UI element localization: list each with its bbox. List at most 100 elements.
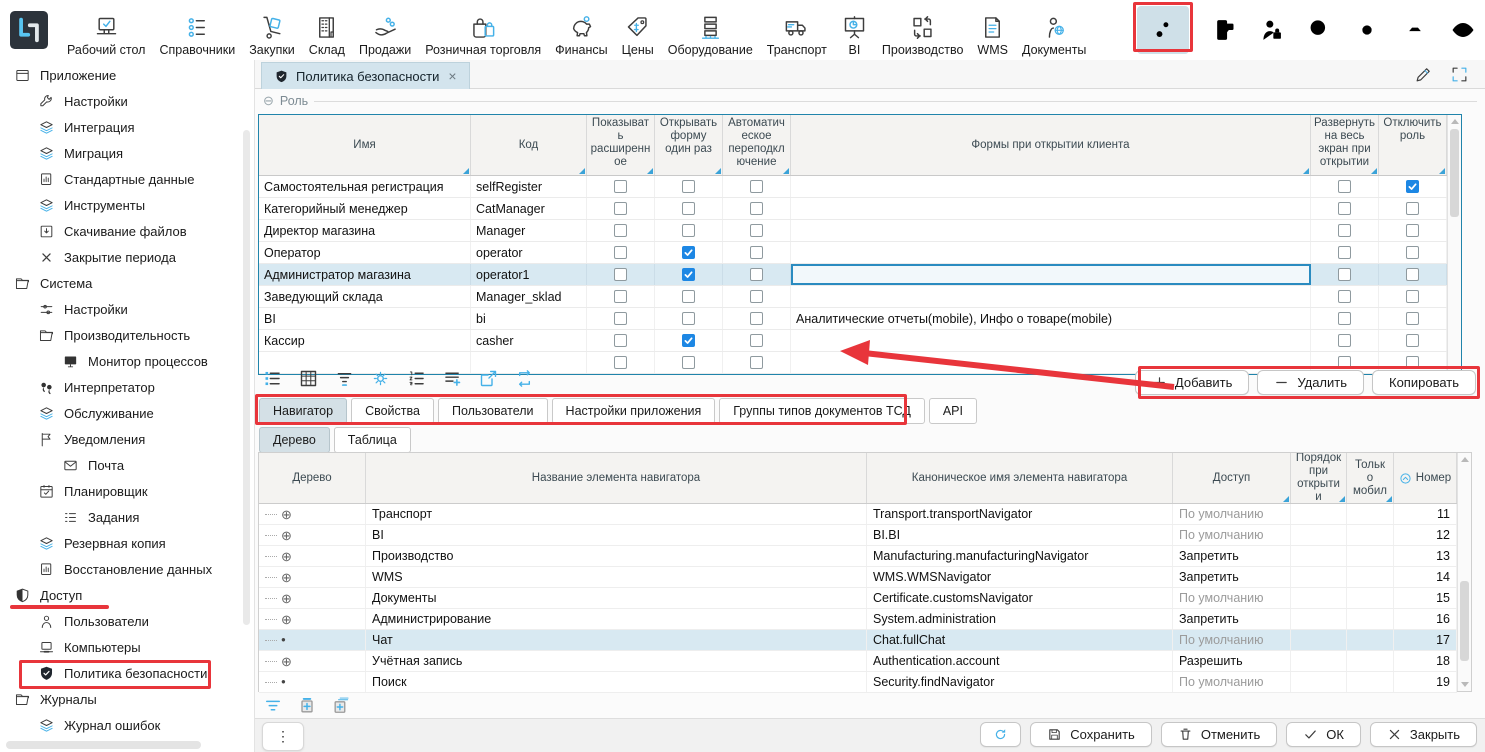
refresh-button[interactable] — [980, 722, 1021, 747]
column-header[interactable]: Дерево — [259, 453, 366, 503]
checkbox[interactable] — [1338, 224, 1351, 237]
sidebar-item[interactable]: Интерпретатор — [0, 374, 254, 400]
role-forms-cell[interactable] — [791, 242, 1311, 263]
role-row[interactable]: Самостоятельная регистрацияselfRegister — [259, 176, 1447, 198]
expand-node-icon[interactable]: ⊕ — [281, 550, 292, 563]
view-tab[interactable]: Дерево — [259, 427, 330, 453]
navigator-name-cell[interactable]: Производство — [366, 546, 867, 566]
access-cell[interactable]: По умолчанию — [1173, 672, 1291, 692]
role-name-cell[interactable]: Кассир — [259, 330, 471, 351]
navigator-row[interactable]: ⊕BIBI.BIПо умолчанию12 — [259, 525, 1457, 546]
role-checkbox-cell[interactable] — [655, 286, 723, 307]
checkbox[interactable] — [750, 246, 763, 259]
role-row[interactable]: Кассирcasher — [259, 330, 1447, 352]
sidebar-item[interactable]: Миграция — [0, 140, 254, 166]
close-button[interactable]: Закрыть — [1370, 722, 1477, 747]
navigator-table-scrollbar[interactable] — [1457, 453, 1471, 691]
sidebar-item[interactable]: Задания — [0, 504, 254, 530]
column-header[interactable]: Открывать форму один раз — [655, 115, 723, 175]
navigator-name-cell[interactable]: Администрирование — [366, 609, 867, 629]
role-row[interactable]: BIbiАналитические отчеты(mobile), Инфо о… — [259, 308, 1447, 330]
toolbar-item-bi[interactable]: BI — [834, 3, 875, 57]
view-tab[interactable]: Таблица — [334, 427, 411, 453]
expand-node-icon[interactable]: ⊕ — [281, 655, 292, 668]
sidebar-item[interactable]: Монитор процессов — [0, 348, 254, 374]
canonical-name-cell[interactable]: WMS.WMSNavigator — [867, 567, 1173, 587]
sidebar-item[interactable]: Почта — [0, 452, 254, 478]
column-header[interactable]: Каноническое имя элемента навигатора — [867, 453, 1173, 503]
detail-tab[interactable]: Пользователи — [438, 398, 548, 424]
role-name-cell[interactable]: Директор магазина — [259, 220, 471, 241]
column-header[interactable]: Отключить роль — [1379, 115, 1447, 175]
reload-icon[interactable] — [514, 368, 535, 389]
tree-cell[interactable]: ⊕ — [259, 546, 366, 566]
number-cell[interactable]: 16 — [1394, 609, 1457, 629]
number-cell[interactable]: 19 — [1394, 672, 1457, 692]
role-checkbox-cell[interactable] — [723, 330, 791, 351]
sidebar-item[interactable]: Стандартные данные — [0, 166, 254, 192]
checkbox[interactable] — [1406, 224, 1419, 237]
role-checkbox-cell[interactable] — [655, 198, 723, 219]
number-cell[interactable]: 14 — [1394, 567, 1457, 587]
order-cell[interactable] — [1291, 630, 1347, 650]
mobile-only-cell[interactable] — [1347, 609, 1394, 629]
role-forms-cell[interactable] — [791, 176, 1311, 197]
role-forms-cell[interactable] — [791, 264, 1311, 285]
order-cell[interactable] — [1291, 504, 1347, 524]
toolbar-item-directories[interactable]: Справочники — [152, 3, 242, 57]
ok-button[interactable]: ОК — [1286, 722, 1361, 747]
role-checkbox-cell[interactable] — [1311, 330, 1379, 351]
toolbar-item-sales[interactable]: Продажи — [352, 3, 418, 57]
cancel-button[interactable]: Отменить — [1161, 722, 1277, 747]
canonical-name-cell[interactable]: Authentication.account — [867, 651, 1173, 671]
tree-cell[interactable]: ⊕ — [259, 504, 366, 524]
number-cell[interactable]: 15 — [1394, 588, 1457, 608]
checkbox[interactable] — [682, 246, 695, 259]
tree-cell[interactable]: ⊕ — [259, 525, 366, 545]
checkbox[interactable] — [1338, 290, 1351, 303]
canonical-name-cell[interactable]: Manufacturing.manufacturingNavigator — [867, 546, 1173, 566]
role-row[interactable]: Категорийный менеджерCatManager — [259, 198, 1447, 220]
access-cell[interactable]: Запретить — [1173, 567, 1291, 587]
delete-button[interactable]: Удалить — [1257, 370, 1364, 395]
navigator-name-cell[interactable]: Чат — [366, 630, 867, 650]
sidebar-item[interactable]: Инструменты — [0, 192, 254, 218]
role-checkbox-cell[interactable] — [1311, 308, 1379, 329]
role-code-cell[interactable]: casher — [471, 330, 587, 351]
checkbox[interactable] — [682, 180, 695, 193]
role-checkbox-cell[interactable] — [587, 242, 655, 263]
sidebar-item[interactable]: Настройки — [0, 88, 254, 114]
role-row[interactable]: Администратор магазинаoperator1 — [259, 264, 1447, 286]
access-cell[interactable]: Запретить — [1173, 609, 1291, 629]
role-checkbox-cell[interactable] — [1379, 220, 1447, 241]
role-name-cell[interactable]: Оператор — [259, 242, 471, 263]
role-checkbox-cell[interactable] — [723, 286, 791, 307]
checkbox[interactable] — [614, 312, 627, 325]
sidebar-item[interactable]: Журнал ошибок — [0, 712, 254, 738]
navigator-name-cell[interactable]: Учётная запись — [366, 651, 867, 671]
role-forms-cell[interactable] — [791, 286, 1311, 307]
eye-icon[interactable] — [1449, 16, 1477, 44]
canonical-name-cell[interactable]: Chat.fullChat — [867, 630, 1173, 650]
checkbox[interactable] — [1406, 202, 1419, 215]
role-checkbox-cell[interactable] — [1379, 330, 1447, 351]
leaf-node-icon[interactable]: ● — [281, 678, 286, 686]
navigator-name-cell[interactable]: Поиск — [366, 672, 867, 692]
detail-tab[interactable]: Настройки приложения — [552, 398, 716, 424]
detail-tab[interactable]: Группы типов документов ТСД — [719, 398, 925, 424]
mobile-only-cell[interactable] — [1347, 504, 1394, 524]
checkbox[interactable] — [750, 224, 763, 237]
role-checkbox-cell[interactable] — [587, 176, 655, 197]
role-code-cell[interactable]: operator1 — [471, 264, 587, 285]
role-checkbox-cell[interactable] — [1311, 198, 1379, 219]
number-cell[interactable]: 17 — [1394, 630, 1457, 650]
list-plus-icon[interactable] — [442, 368, 463, 389]
navigator-row[interactable]: ⊕ТранспортTransport.transportNavigatorПо… — [259, 504, 1457, 525]
sidebar-item[interactable]: Скачивание файлов — [0, 218, 254, 244]
sidebar-item[interactable]: Закрытие периода — [0, 244, 254, 270]
checkbox[interactable] — [1338, 268, 1351, 281]
role-checkbox-cell[interactable] — [587, 220, 655, 241]
access-cell[interactable]: Запретить — [1173, 546, 1291, 566]
canonical-name-cell[interactable]: Security.findNavigator — [867, 672, 1173, 692]
order-cell[interactable] — [1291, 672, 1347, 692]
